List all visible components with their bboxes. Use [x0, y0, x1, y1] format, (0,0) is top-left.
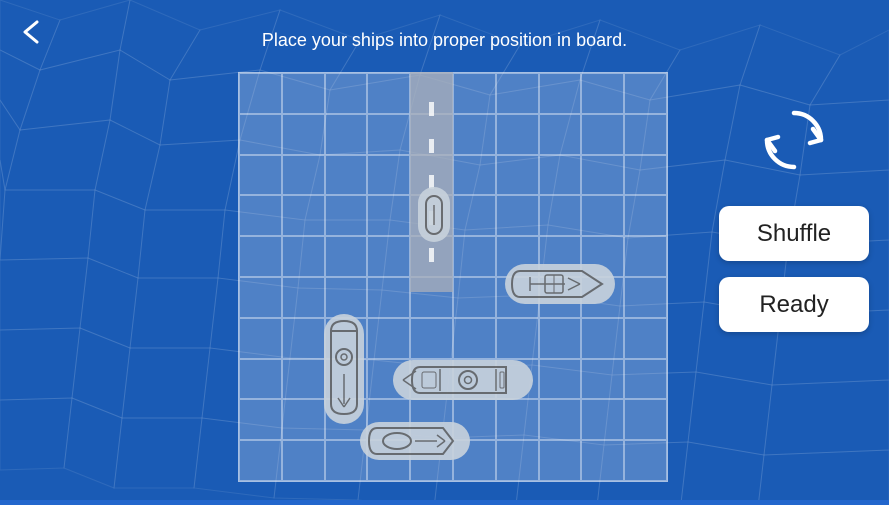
- grid-cell[interactable]: [496, 399, 539, 440]
- road-dash: [429, 102, 434, 116]
- grid-cell[interactable]: [581, 399, 624, 440]
- grid-cell[interactable]: [624, 195, 667, 236]
- grid-cell[interactable]: [325, 236, 368, 277]
- shuffle-button[interactable]: Shuffle: [719, 206, 869, 261]
- road-lane-vertical: [410, 72, 453, 292]
- grid-cell[interactable]: [453, 236, 496, 277]
- grid-cell[interactable]: [624, 440, 667, 481]
- grid-cell[interactable]: [239, 73, 282, 114]
- grid-cell[interactable]: [496, 195, 539, 236]
- ship-2cell-arrow[interactable]: [505, 264, 615, 304]
- grid-cell[interactable]: [581, 359, 624, 400]
- grid-cell[interactable]: [282, 155, 325, 196]
- grid-cell[interactable]: [282, 277, 325, 318]
- grid-cell[interactable]: [239, 236, 282, 277]
- grid-cell[interactable]: [367, 277, 410, 318]
- grid-cell[interactable]: [239, 318, 282, 359]
- ship-2cell-vertical[interactable]: [324, 314, 364, 424]
- grid-cell[interactable]: [453, 318, 496, 359]
- grid-cell[interactable]: [453, 277, 496, 318]
- grid-cell[interactable]: [410, 318, 453, 359]
- grid-cell[interactable]: [325, 73, 368, 114]
- ship-1cell[interactable]: [418, 187, 450, 242]
- grid-cell[interactable]: [239, 399, 282, 440]
- grid-cell[interactable]: [453, 114, 496, 155]
- grid-cell[interactable]: [624, 114, 667, 155]
- grid-cell[interactable]: [624, 359, 667, 400]
- grid-cell[interactable]: [282, 114, 325, 155]
- grid-cell[interactable]: [539, 359, 582, 400]
- grid-cell[interactable]: [367, 155, 410, 196]
- grid-cell[interactable]: [453, 73, 496, 114]
- grid-cell[interactable]: [282, 318, 325, 359]
- main-content: Place your ships into proper position in…: [0, 0, 889, 500]
- grid-cell[interactable]: [239, 155, 282, 196]
- grid-cell[interactable]: [624, 277, 667, 318]
- rotate-button[interactable]: [754, 100, 834, 180]
- grid-cell[interactable]: [581, 155, 624, 196]
- grid-cell[interactable]: [581, 195, 624, 236]
- grid-cell[interactable]: [581, 318, 624, 359]
- grid-cell[interactable]: [453, 195, 496, 236]
- grid-cell[interactable]: [581, 114, 624, 155]
- grid-cell[interactable]: [282, 73, 325, 114]
- grid-cell[interactable]: [239, 277, 282, 318]
- grid-cell[interactable]: [367, 318, 410, 359]
- grid-cell[interactable]: [496, 155, 539, 196]
- grid-cell[interactable]: [496, 114, 539, 155]
- grid-cell[interactable]: [624, 318, 667, 359]
- grid-cell[interactable]: [581, 73, 624, 114]
- grid-cell[interactable]: [539, 195, 582, 236]
- grid-cell[interactable]: [367, 73, 410, 114]
- grid-cell[interactable]: [367, 236, 410, 277]
- grid-cell[interactable]: [496, 73, 539, 114]
- grid-cell[interactable]: [624, 236, 667, 277]
- grid-cell[interactable]: [282, 440, 325, 481]
- grid-cell[interactable]: [539, 73, 582, 114]
- grid-cell[interactable]: [539, 155, 582, 196]
- controls-panel: Shuffle Ready: [719, 100, 869, 332]
- grid-cell[interactable]: [282, 236, 325, 277]
- grid-cell[interactable]: [367, 195, 410, 236]
- grid-cell[interactable]: [325, 155, 368, 196]
- grid-cell[interactable]: [624, 73, 667, 114]
- grid-cell[interactable]: [325, 195, 368, 236]
- road-dash: [429, 248, 434, 262]
- instructions-text: Place your ships into proper position in…: [0, 30, 889, 51]
- grid-cell[interactable]: [453, 155, 496, 196]
- game-board[interactable]: [238, 72, 668, 482]
- ready-button[interactable]: Ready: [719, 277, 869, 332]
- grid-cell[interactable]: [367, 114, 410, 155]
- grid-cell[interactable]: [496, 318, 539, 359]
- grid-cell[interactable]: [539, 440, 582, 481]
- ship-2cell-bottom[interactable]: [360, 422, 470, 460]
- grid-cell[interactable]: [581, 440, 624, 481]
- road-dash: [429, 139, 434, 153]
- ship-3cell-arrow[interactable]: [393, 360, 533, 400]
- grid-cell[interactable]: [624, 399, 667, 440]
- grid-cell[interactable]: [325, 114, 368, 155]
- grid-cell[interactable]: [539, 318, 582, 359]
- grid-cell[interactable]: [239, 440, 282, 481]
- grid-cell[interactable]: [239, 195, 282, 236]
- grid-cell[interactable]: [496, 440, 539, 481]
- grid-cell[interactable]: [624, 155, 667, 196]
- grid-cell[interactable]: [239, 114, 282, 155]
- grid-cell[interactable]: [239, 359, 282, 400]
- grid-cell[interactable]: [282, 359, 325, 400]
- grid-cell[interactable]: [282, 399, 325, 440]
- grid-cell[interactable]: [282, 195, 325, 236]
- grid-cell[interactable]: [325, 277, 368, 318]
- grid-cell[interactable]: [539, 399, 582, 440]
- grid-cell[interactable]: [539, 114, 582, 155]
